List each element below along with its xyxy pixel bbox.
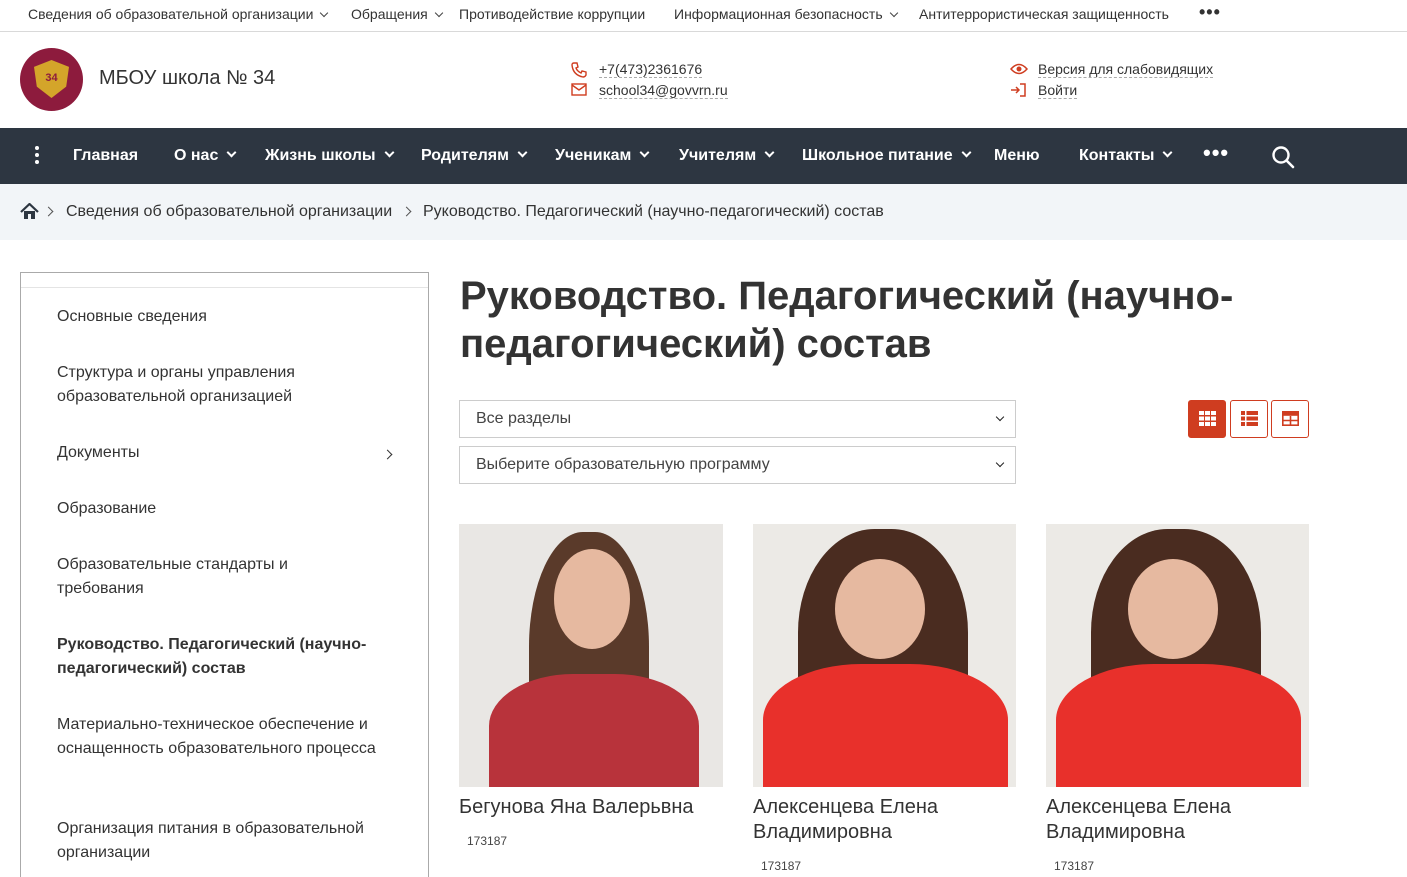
school-logo[interactable]: 34	[20, 48, 83, 111]
topbar-item-anticorruption[interactable]: Противодействие коррупции	[459, 6, 645, 22]
sidebar-item-standards[interactable]: Образовательные стандарты и требования	[57, 553, 307, 601]
program-select[interactable]: Выберите образовательную программу	[459, 446, 1016, 484]
nav-item-school-life[interactable]: Жизнь школы	[265, 146, 394, 166]
nav-item-menu[interactable]: Меню	[994, 146, 1040, 166]
page-title: Руководство. Педагогический (научно-педа…	[460, 274, 1234, 366]
chevron-right-icon	[401, 206, 412, 217]
nav-item-home[interactable]: Главная	[73, 146, 138, 166]
sidebar-item-education[interactable]: Образование	[57, 497, 377, 521]
sidebar-item-nutrition[interactable]: Организация питания в образовательной ор…	[57, 817, 377, 865]
sidebar-item-structure[interactable]: Структура и органы управления образовате…	[57, 361, 377, 409]
chevron-down-icon	[434, 8, 444, 18]
kebab-menu-icon[interactable]	[35, 146, 40, 167]
sidebar: Основные сведения Структура и органы упр…	[20, 272, 429, 877]
login-link[interactable]: Войти	[1011, 81, 1078, 99]
staff-number: 173187	[1054, 859, 1095, 873]
chevron-down-icon	[517, 147, 528, 158]
topbar-item-obrascheniya[interactable]: Обращения	[351, 6, 444, 22]
chevron-right-icon	[43, 206, 54, 217]
list-view-icon	[1241, 411, 1258, 426]
staff-number: 173187	[761, 859, 802, 873]
chevron-down-icon	[995, 412, 1005, 422]
site-name[interactable]: МБОУ школа № 34	[99, 67, 275, 90]
table-view-button[interactable]	[1271, 400, 1309, 438]
grid-view-icon	[1199, 411, 1216, 426]
nav-item-school-food[interactable]: Школьное питание	[802, 146, 972, 166]
staff-card[interactable]: Алексенцева Елена Владимировна 173187	[753, 524, 1016, 873]
chevron-down-icon	[1163, 147, 1173, 158]
home-icon[interactable]	[20, 203, 39, 220]
staff-photo[interactable]	[459, 524, 723, 787]
staff-card[interactable]: Алексенцева Елена Владимировна 173187	[1046, 524, 1309, 873]
list-view-button[interactable]	[1230, 400, 1268, 438]
staff-number: 173187	[467, 834, 508, 848]
chevron-down-icon	[995, 458, 1005, 468]
chevron-down-icon	[384, 147, 394, 158]
sidebar-item-basic-info[interactable]: Основные сведения	[57, 305, 377, 329]
nav-item-teachers[interactable]: Учителям	[679, 146, 775, 166]
chevron-down-icon	[961, 147, 972, 158]
more-icon[interactable]: •••	[1203, 140, 1229, 166]
nav-item-parents[interactable]: Родителям	[421, 146, 528, 166]
breadcrumb-item[interactable]: Сведения об образовательной организации	[66, 203, 392, 221]
chevron-down-icon	[226, 147, 237, 158]
topbar-item-infosecurity[interactable]: Информационная безопасность	[674, 6, 898, 22]
chevron-down-icon	[764, 147, 775, 158]
grid-view-button[interactable]	[1188, 400, 1226, 438]
staff-photo[interactable]	[753, 524, 1016, 787]
eye-icon	[1010, 63, 1028, 75]
sidebar-item-facilities[interactable]: Материально-техническое обеспечение и ос…	[57, 713, 377, 761]
sign-in-icon	[1011, 83, 1026, 97]
nav-item-students[interactable]: Ученикам	[555, 146, 650, 166]
top-utility-bar: Сведения об образовательной организации …	[0, 0, 1407, 32]
sidebar-item-staff[interactable]: Руководство. Педагогический (научно-педа…	[57, 633, 377, 681]
staff-photo[interactable]	[1046, 524, 1309, 787]
staff-name[interactable]: Бегунова Яна Валерьвна	[459, 795, 723, 820]
chevron-down-icon	[320, 8, 329, 18]
topbar-item-svedeniya[interactable]: Сведения об образовательной организации	[28, 6, 329, 22]
section-select[interactable]: Все разделы	[459, 400, 1016, 438]
nav-item-contacts[interactable]: Контакты	[1079, 146, 1173, 166]
topbar-item-antiterror[interactable]: Антитеррористическая защищенность	[919, 6, 1169, 22]
accessibility-link[interactable]: Версия для слабовидящих	[1010, 60, 1214, 78]
breadcrumb-current: Руководство. Педагогический (научно-педа…	[423, 203, 884, 220]
nav-item-about[interactable]: О нас	[174, 146, 237, 166]
table-view-icon	[1282, 411, 1299, 426]
main-navigation: Главная О нас Жизнь школы Родителям Учен…	[0, 128, 1407, 184]
staff-name[interactable]: Алексенцева Елена Владимировна	[1046, 795, 1309, 845]
phone-icon	[571, 62, 587, 78]
search-icon[interactable]	[1271, 145, 1295, 169]
more-icon[interactable]: •••	[1199, 2, 1221, 23]
staff-card[interactable]: Бегунова Яна Валерьвна 173187	[459, 524, 723, 848]
email-link[interactable]: school34@govvrn.ru	[571, 81, 728, 99]
chevron-down-icon	[889, 8, 898, 18]
envelope-icon	[571, 83, 587, 96]
phone-link[interactable]: +7(473)2361676	[571, 60, 703, 78]
sidebar-item-documents[interactable]: Документы	[57, 441, 377, 465]
staff-name[interactable]: Алексенцева Елена Владимировна	[753, 795, 1016, 845]
breadcrumb: Сведения об образовательной организации …	[0, 184, 1407, 240]
chevron-down-icon	[639, 147, 650, 158]
